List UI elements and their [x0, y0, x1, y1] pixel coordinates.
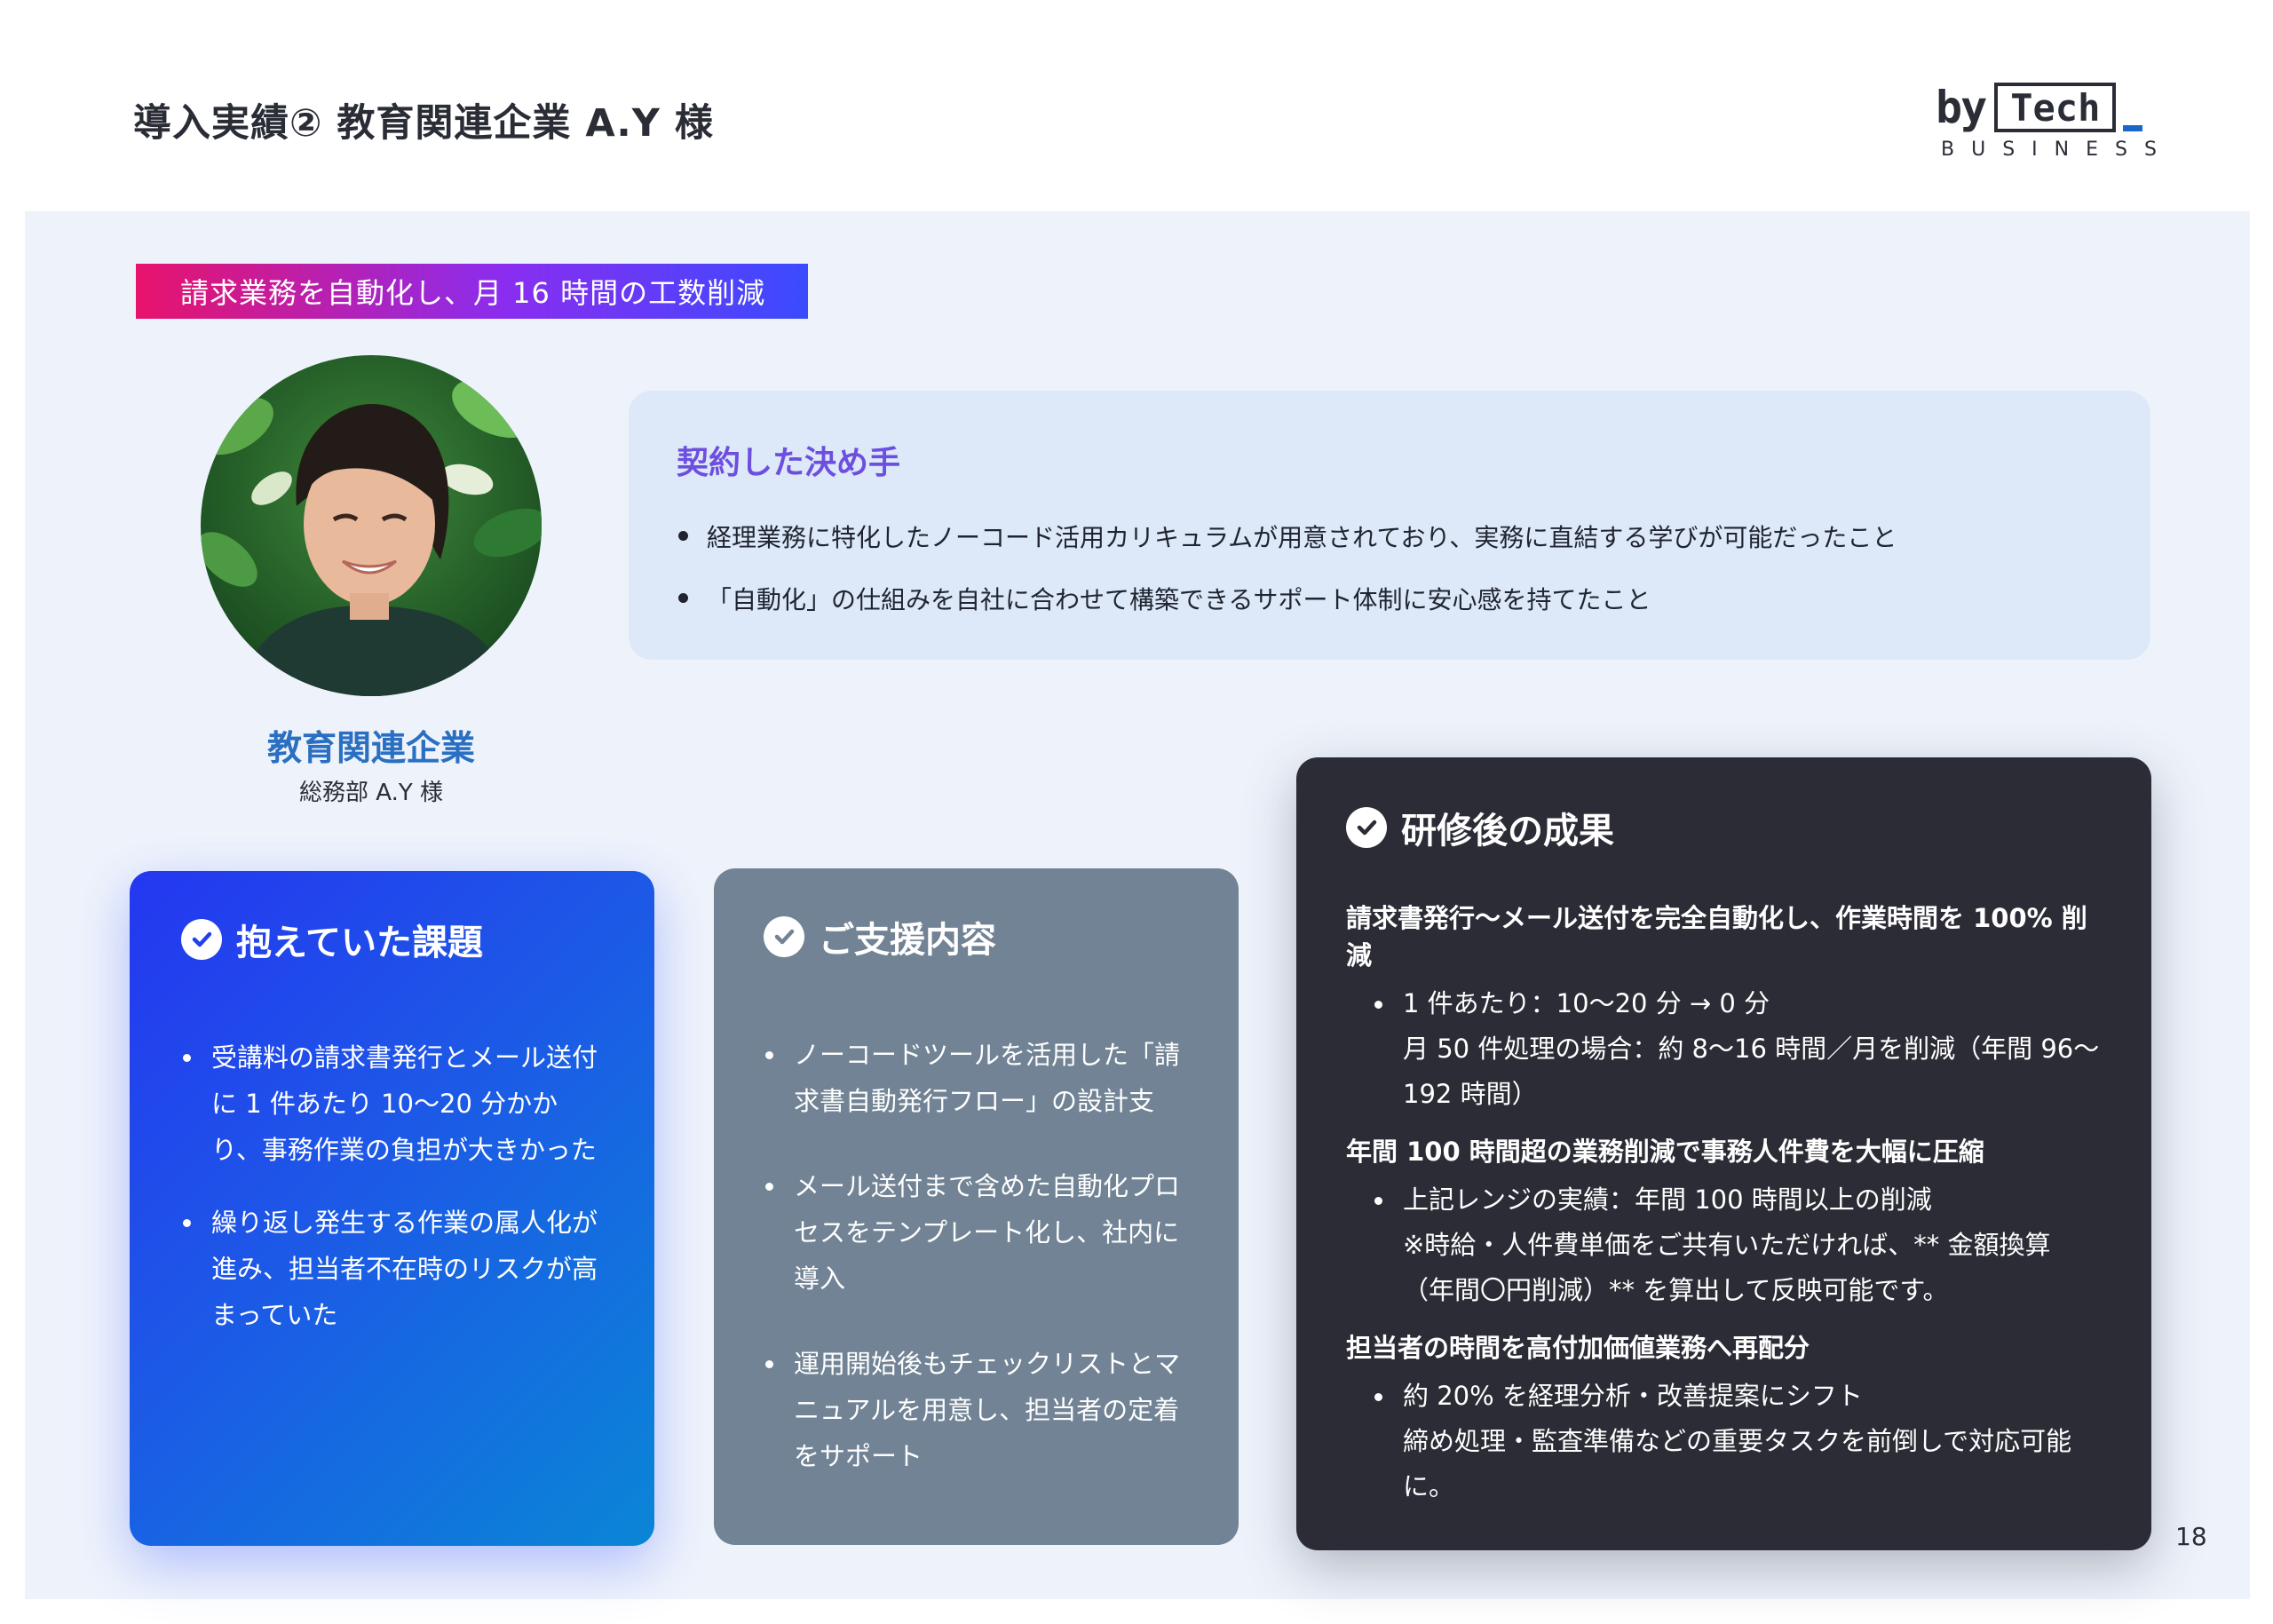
list-item: 運用開始後もチェックリストとマニュアルを用意し、担当者の定着をサポート [764, 1341, 1189, 1479]
result-line: 上記レンジの実績：年間 100 時間以上の削減 [1403, 1184, 1932, 1215]
result-section-title: 担当者の時間を高付加価値業務へ再配分 [1346, 1333, 1810, 1363]
headline-tag: 請求業務を自動化し、月 16 時間の工数削減 [136, 264, 808, 319]
logo-tech-box: Tech [1994, 83, 2117, 132]
result-line: 1 件あたり：10〜20 分 → 0 分 [1403, 988, 1770, 1018]
check-circle-icon [1346, 807, 1387, 848]
result-section: 担当者の時間を高付加価値業務へ再配分 約 20% を経理分析・改善提案にシフト … [1346, 1327, 2102, 1509]
list-item: 1 件あたり：10〜20 分 → 0 分 月 50 件処理の場合：約 8〜16 … [1373, 981, 2102, 1117]
check-circle-icon [181, 919, 222, 960]
results-title: 研修後の成果 [1401, 811, 1614, 852]
list-item: 繰り返し発生する作業の属人化が進み、担当者不在時のリスクが高まっていた [181, 1200, 603, 1338]
result-section-title: 年間 100 時間超の業務削減で事務人件費を大幅に圧縮 [1346, 1137, 1984, 1167]
list-item: 上記レンジの実績：年間 100 時間以上の削減 ※時給・人件費単価をご共有いただ… [1373, 1177, 2102, 1313]
result-section: 請求書発行〜メール送付を完全自動化し、作業時間を 100% 削減 1 件あたり：… [1346, 898, 2102, 1117]
customer-photo [201, 355, 542, 696]
result-section: 年間 100 時間超の業務削減で事務人件費を大幅に圧縮 上記レンジの実績：年間 … [1346, 1131, 2102, 1313]
logo-sub-text: BUSINESS [1941, 139, 2174, 161]
decision-title: 契約した決め手 [677, 445, 901, 481]
logo-underscore [2123, 125, 2143, 131]
result-line: 締め処理・監査準備などの重要タスクを前倒しで対応可能に。 [1403, 1426, 2072, 1501]
result-line: 約 20% を経理分析・改善提案にシフト [1403, 1381, 1863, 1411]
list-item: 「自動化」の仕組みを自社に合わせて構築できるサポート体制に安心感を持てたこと [677, 581, 2103, 616]
issues-list: 受講料の請求書発行とメール送付に 1 件あたり 10〜20 分かかり、事務作業の… [181, 1034, 603, 1338]
support-list: ノーコードツールを活用した「請求書自動発行フロー」の設計支 メール送付まで含めた… [764, 1032, 1189, 1479]
decision-factors-box: 契約した決め手 経理業務に特化したノーコード活用カリキュラムが用意されており、実… [629, 391, 2150, 660]
result-line: 月 50 件処理の場合：約 8〜16 時間／月を削減（年間 96〜192 時間） [1403, 1034, 2100, 1109]
company-name: 教育関連企業 [266, 729, 475, 769]
page-number: 18 [2175, 1522, 2207, 1551]
support-title: ご支援内容 [819, 920, 996, 961]
issues-title: 抱えていた課題 [236, 923, 483, 963]
decision-list: 経理業務に特化したノーコード活用カリキュラムが用意されており、実務に直結する学び… [677, 519, 2103, 616]
issues-card: 抱えていた課題 受講料の請求書発行とメール送付に 1 件あたり 10〜20 分か… [130, 871, 654, 1546]
results-card: 研修後の成果 請求書発行〜メール送付を完全自動化し、作業時間を 100% 削減 … [1296, 757, 2151, 1550]
bytech-business-logo: by Tech BUSINESS [1936, 82, 2158, 162]
list-item: 受講料の請求書発行とメール送付に 1 件あたり 10〜20 分かかり、事務作業の… [181, 1034, 603, 1173]
result-section-title: 請求書発行〜メール送付を完全自動化し、作業時間を 100% 削減 [1346, 903, 2087, 970]
result-line: ※時給・人件費単価をご共有いただければ、** 金額換算（年間〇円削減）** を算… [1403, 1230, 2051, 1305]
person-name: 総務部 A.Y 様 [298, 780, 443, 806]
list-item: メール送付まで含めた自動化プロセスをテンプレート化し、社内に導入 [764, 1163, 1189, 1302]
list-item: 経理業務に特化したノーコード活用カリキュラムが用意されており、実務に直結する学び… [677, 519, 2103, 554]
logo-by-text: by [1936, 82, 1987, 133]
slide-title: 導入実績② 教育関連企業 A.Y 様 [133, 101, 714, 146]
list-item: ノーコードツールを活用した「請求書自動発行フロー」の設計支 [764, 1032, 1189, 1124]
list-item: 約 20% を経理分析・改善提案にシフト 締め処理・監査準備などの重要タスクを前… [1373, 1374, 2102, 1509]
support-card: ご支援内容 ノーコードツールを活用した「請求書自動発行フロー」の設計支 メール送… [714, 868, 1239, 1545]
check-circle-icon [764, 916, 804, 957]
